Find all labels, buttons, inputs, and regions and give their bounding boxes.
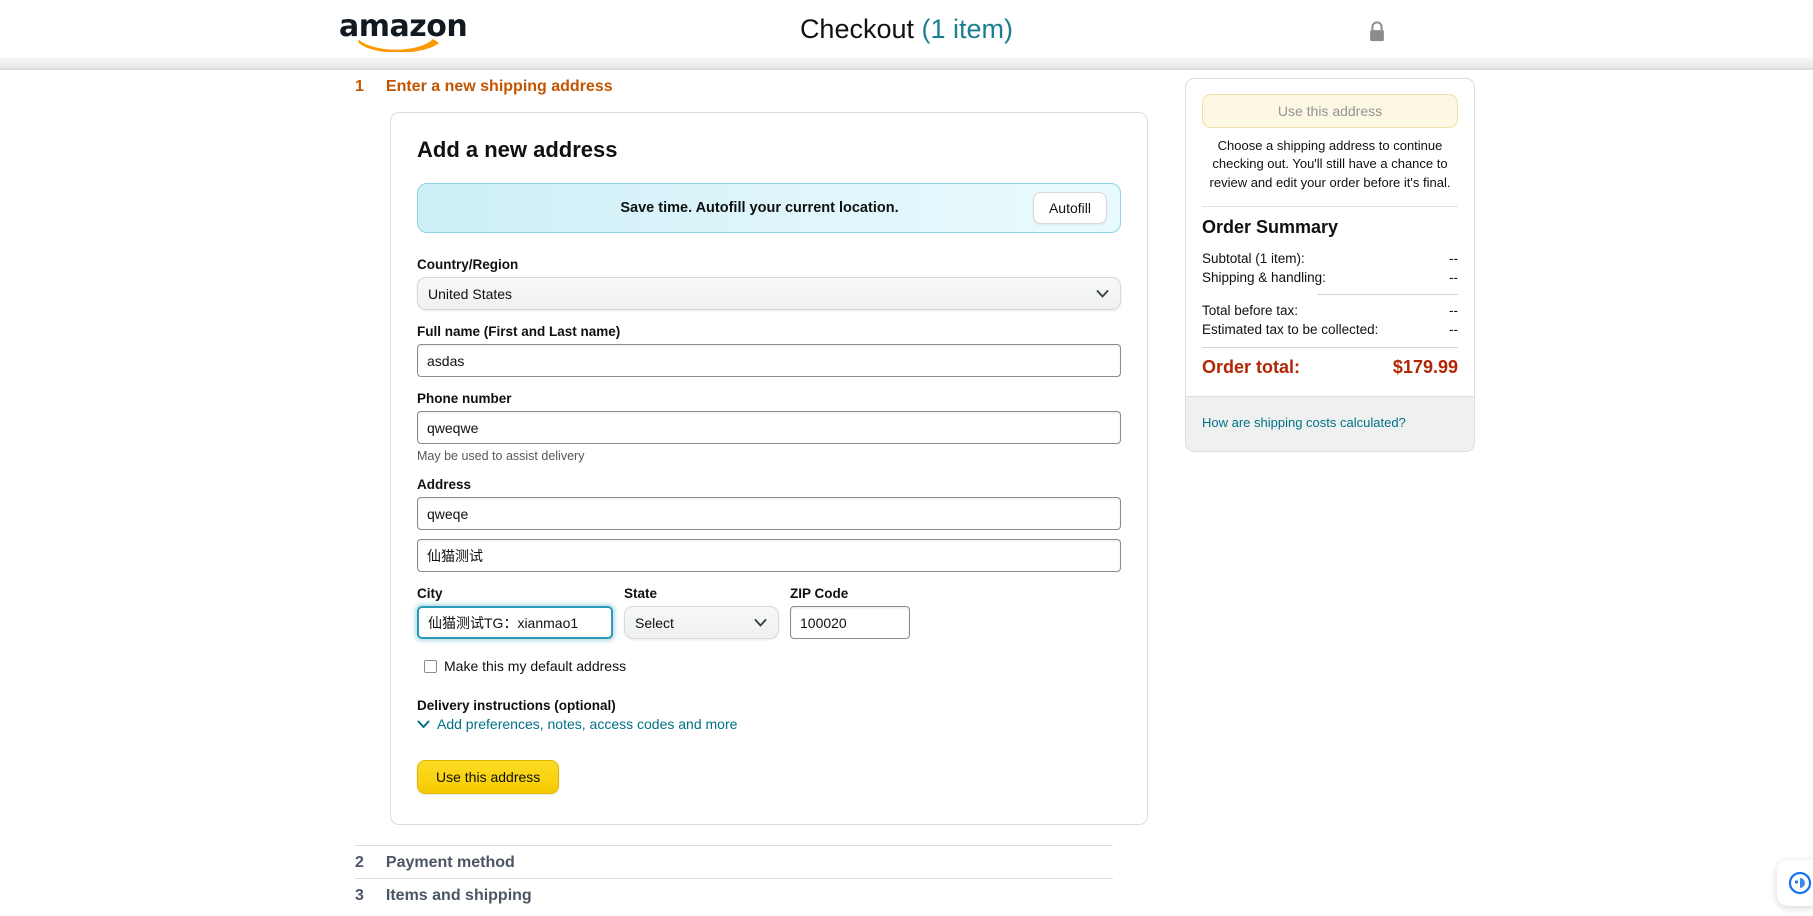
- lock-icon: [1370, 21, 1384, 42]
- page-body: 1 Enter a new shipping address Add a new…: [0, 70, 1813, 916]
- autofill-banner: Save time. Autofill your current locatio…: [417, 183, 1121, 233]
- country-label: Country/Region: [417, 257, 519, 272]
- summary-label-subtotal: Subtotal (1 item):: [1202, 251, 1305, 267]
- delivery-instructions-link: Add preferences, notes, access codes and…: [437, 716, 738, 732]
- floating-help-widget[interactable]: [1777, 860, 1813, 906]
- summary-label-total-before-tax: Total before tax:: [1202, 303, 1299, 319]
- section-label-1: Enter a new shipping address: [385, 78, 613, 95]
- field-full-name: Full name (First and Last name): [417, 324, 1121, 377]
- summary-row-shipping: Shipping & handling: --: [1202, 268, 1458, 287]
- page-root: amazon Checkout (1 item) 1 Enter a new s…: [0, 0, 1813, 916]
- section-label-2: Payment method: [385, 854, 515, 871]
- section-number-1: 1: [355, 78, 364, 95]
- order-summary-panel: Use this address Choose a shipping addre…: [1185, 78, 1475, 453]
- section-header-payment-method[interactable]: 2 Payment method: [355, 846, 1113, 878]
- chevron-down-icon: [417, 720, 430, 728]
- field-city: City: [417, 586, 613, 639]
- full-name-input[interactable]: [417, 344, 1121, 377]
- field-zip: ZIP Code: [790, 586, 910, 639]
- phone-helper-text: May be used to assist delivery: [417, 449, 585, 463]
- field-phone: Phone number May be used to assist deliv…: [417, 391, 1121, 463]
- country-select-value: United States: [428, 285, 513, 302]
- autofill-message: Save time. Autofill your current locatio…: [620, 200, 899, 216]
- summary-row-subtotal: Subtotal (1 item): --: [1202, 249, 1458, 268]
- address-label: Address: [417, 477, 472, 492]
- page-title: Checkout (1 item): [0, 14, 1813, 45]
- zip-input[interactable]: [790, 606, 910, 639]
- header-gradient-strip: [0, 58, 1813, 70]
- city-label: City: [417, 586, 443, 601]
- order-summary-title: Order Summary: [1202, 217, 1339, 238]
- order-summary-body: Use this address Choose a shipping addre…: [1186, 79, 1474, 396]
- summary-blurb: Choose a shipping address to continue ch…: [1209, 138, 1451, 190]
- order-total-value: $179.99: [1392, 357, 1458, 378]
- summary-row-estimated-tax: Estimated tax to be collected: --: [1202, 320, 1458, 339]
- city-state-zip-row: City State Select ZIP Code: [417, 586, 1121, 639]
- summary-total-rule: [1202, 347, 1458, 349]
- section-number-3: 3: [355, 887, 364, 904]
- chevron-down-icon: [754, 618, 767, 626]
- default-address-label: Make this my default address: [444, 658, 627, 674]
- summary-subtotal-rule: [1317, 294, 1458, 296]
- order-total-label: Order total:: [1202, 357, 1301, 378]
- phone-input[interactable]: [417, 411, 1121, 444]
- chat-bubble-icon: [1788, 871, 1812, 895]
- site-header: amazon Checkout (1 item): [0, 0, 1813, 58]
- summary-divider: [1202, 206, 1458, 208]
- section-header-items-shipping[interactable]: 3 Items and shipping: [355, 879, 1113, 911]
- checkout-title-text: Checkout: [799, 14, 915, 44]
- use-this-address-button[interactable]: Use this address: [417, 760, 560, 794]
- state-select-value: Select: [635, 614, 674, 631]
- summary-use-this-address-button[interactable]: Use this address: [1202, 94, 1458, 128]
- address-line1-input[interactable]: [417, 497, 1121, 530]
- full-name-label: Full name (First and Last name): [417, 324, 621, 339]
- phone-label: Phone number: [417, 391, 512, 406]
- section-number-2: 2: [355, 854, 364, 871]
- add-address-card: Add a new address Save time. Autofill yo…: [390, 112, 1148, 825]
- order-summary-footer: How are shipping costs calculated?: [1186, 396, 1474, 452]
- address-line2-input[interactable]: [417, 539, 1121, 572]
- summary-label-estimated-tax: Estimated tax to be collected:: [1202, 322, 1379, 338]
- summary-row-total-before-tax: Total before tax: --: [1202, 301, 1458, 320]
- default-address-checkbox[interactable]: [424, 659, 437, 673]
- summary-value-subtotal: --: [1449, 251, 1458, 267]
- city-input[interactable]: [417, 606, 613, 639]
- order-total-row: Order total: $179.99: [1202, 357, 1458, 382]
- field-country: Country/Region United States: [417, 257, 1121, 310]
- default-address-row[interactable]: Make this my default address: [424, 658, 1121, 674]
- section-label-3: Items and shipping: [385, 887, 532, 904]
- section-payment-method-wrap: 2 Payment method: [355, 845, 1113, 879]
- chevron-down-icon: [1096, 289, 1109, 297]
- field-state: State Select: [624, 586, 779, 639]
- checkout-item-count: (1 item): [921, 14, 1014, 44]
- summary-label-shipping: Shipping & handling:: [1202, 270, 1326, 286]
- summary-value-estimated-tax: --: [1449, 322, 1458, 338]
- summary-value-shipping: --: [1449, 270, 1458, 286]
- delivery-instructions-expander[interactable]: Add preferences, notes, access codes and…: [417, 716, 1121, 732]
- state-label: State: [624, 586, 658, 601]
- state-select[interactable]: Select: [624, 606, 779, 639]
- summary-value-total-before-tax: --: [1449, 303, 1458, 319]
- delivery-instructions-title: Delivery instructions (optional): [417, 698, 616, 713]
- field-address: Address: [417, 477, 1121, 572]
- add-address-title: Add a new address: [417, 137, 618, 162]
- zip-label: ZIP Code: [790, 586, 849, 601]
- section-items-shipping-wrap: 3 Items and shipping: [355, 879, 1113, 911]
- country-select[interactable]: United States: [417, 277, 1121, 310]
- autofill-button[interactable]: Autofill: [1032, 192, 1107, 224]
- shipping-costs-link[interactable]: How are shipping costs calculated?: [1202, 415, 1406, 430]
